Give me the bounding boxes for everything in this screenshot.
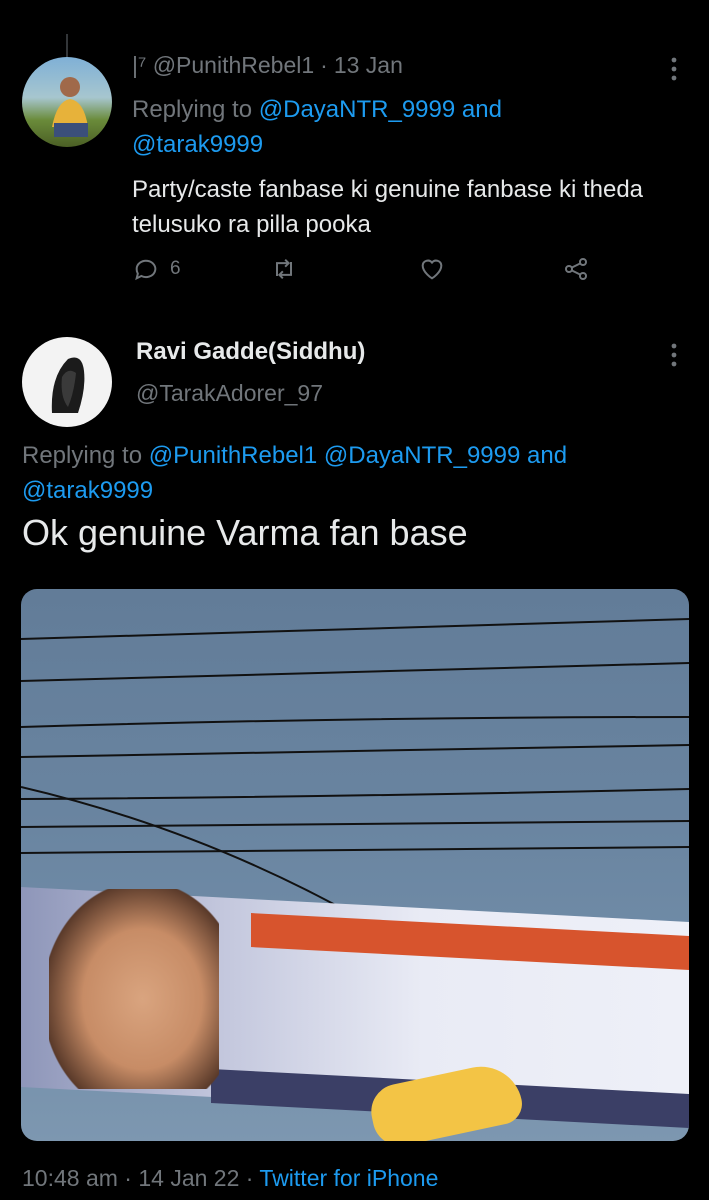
- heart-icon: [421, 259, 443, 280]
- mention-link[interactable]: @PunithRebel1: [149, 442, 317, 469]
- tweet1-text: Party/caste fanbase ki genuine fanbase k…: [132, 176, 644, 238]
- avatar-punithrebel1[interactable]: [22, 57, 112, 147]
- reply-button[interactable]: 6: [132, 255, 181, 283]
- share-icon: [564, 257, 588, 281]
- reply-count: 6: [170, 258, 181, 279]
- retweet-button[interactable]: [270, 255, 298, 283]
- mention-link[interactable]: @tarak9999: [22, 477, 153, 504]
- mention-and[interactable]: and: [527, 442, 567, 469]
- more-options-icon[interactable]: [664, 56, 684, 86]
- reply-icon: [135, 259, 157, 281]
- thread-connector-line: [66, 34, 68, 58]
- avatar-image: [51, 357, 85, 413]
- tweet-media-image[interactable]: [21, 589, 689, 1141]
- mention-link[interactable]: @DayaNTR_9999: [259, 96, 455, 123]
- tweet2-handle[interactable]: @TarakAdorer_97: [136, 380, 323, 407]
- tweet2-text: Ok genuine Varma fan base: [22, 512, 468, 553]
- tweet1-action-bar: 6: [132, 255, 602, 289]
- tweet1-meta: |⁷ @PunithRebel1 · 13 Jan: [132, 52, 403, 78]
- tweet-date[interactable]: 14 Jan 22: [138, 1165, 239, 1191]
- tweet-source[interactable]: Twitter for iPhone: [259, 1165, 438, 1191]
- like-button[interactable]: [418, 255, 446, 283]
- banner-portrait: [49, 889, 219, 1089]
- tweet2-timestamp: 10:48 am · 14 Jan 22 · Twitter for iPhon…: [22, 1165, 439, 1191]
- tweet2-display-name[interactable]: Ravi Gadde(Siddhu): [136, 338, 365, 366]
- mention-link[interactable]: @tarak9999: [132, 131, 263, 158]
- more-options-icon[interactable]: [664, 342, 684, 372]
- avatar-tarakadorer97[interactable]: [22, 337, 112, 427]
- replying-to-label: Replying to: [132, 96, 253, 123]
- share-button[interactable]: [562, 255, 590, 283]
- avatar-image: [52, 77, 88, 137]
- retweet-icon: [276, 258, 292, 280]
- banner-red-strip: [251, 913, 689, 971]
- tweet1-replying-to: Replying to @DayaNTR_9999 and @tarak9999: [132, 92, 672, 162]
- replying-to-label: Replying to: [22, 442, 143, 469]
- tweet-time[interactable]: 10:48 am: [22, 1165, 118, 1191]
- tweet1-date[interactable]: 13 Jan: [334, 52, 403, 78]
- mention-link[interactable]: @DayaNTR_9999: [324, 442, 520, 469]
- tweet1-display-name[interactable]: |⁷: [132, 52, 146, 78]
- mention-and[interactable]: and: [462, 96, 502, 123]
- tweet1-handle[interactable]: @PunithRebel1: [153, 52, 314, 78]
- tweet2-replying-to: Replying to @PunithRebel1 @DayaNTR_9999 …: [22, 438, 682, 508]
